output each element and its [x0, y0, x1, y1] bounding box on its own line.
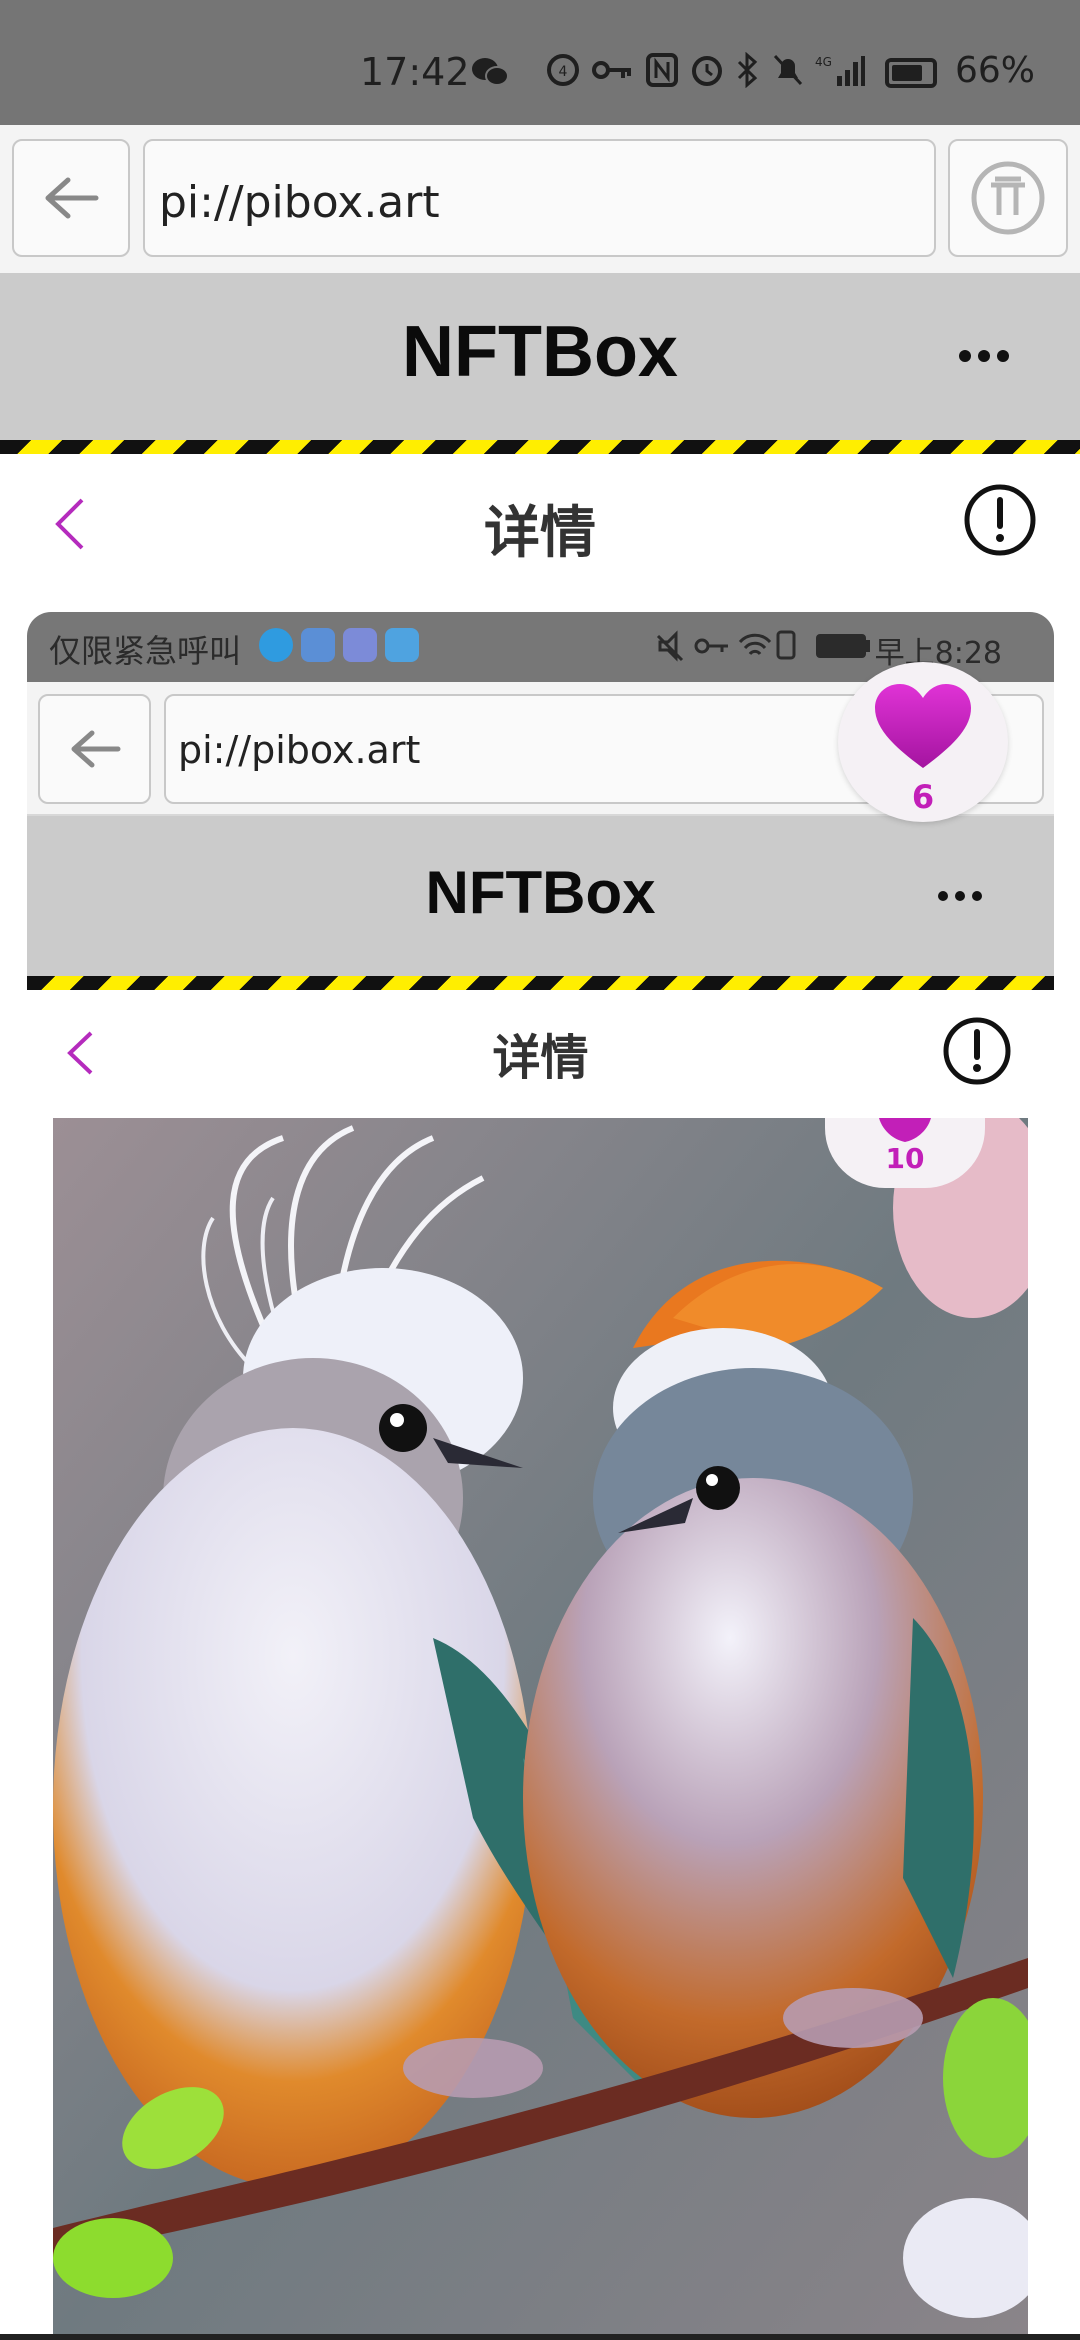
app-icon	[301, 628, 335, 662]
hd-icon: 4	[547, 54, 579, 86]
heart-icon	[875, 684, 971, 768]
app-title: NFTBox	[402, 312, 678, 392]
status-time: 17:42	[360, 50, 470, 94]
embedded-status-icons	[656, 630, 870, 662]
embedded-app-icons	[259, 628, 419, 662]
embedded-hazard-stripe	[27, 976, 1054, 990]
status-bar: 17:42 4 4G 66%	[0, 0, 1080, 125]
embedded-back-button	[38, 694, 151, 804]
arrow-left-icon	[71, 730, 121, 768]
embedded-like-count: 10	[885, 1142, 925, 1175]
page-header: 详情	[0, 454, 1080, 604]
hazard-stripe	[0, 440, 1080, 454]
embedded-page-header: 详情	[27, 990, 1054, 1118]
pi-logo-icon	[971, 161, 1045, 235]
like-count: 6	[911, 778, 935, 816]
browser-bar: pi://pibox.art	[0, 125, 1080, 275]
browser-back-button[interactable]	[12, 139, 130, 257]
nfc-icon	[646, 53, 678, 87]
key-icon	[592, 61, 631, 79]
bottom-divider	[0, 2334, 1080, 2340]
app-header: NFTBox	[0, 273, 1080, 440]
exclamation-circle-icon	[943, 1017, 1011, 1085]
more-dots-icon[interactable]	[958, 349, 1010, 363]
embedded-screenshot: 仅限紧急呼叫 早上8:28 pi://pibox.art NFTBox 详情	[27, 612, 1054, 2340]
arrow-left-icon	[45, 177, 99, 219]
pi-browser-button[interactable]	[948, 139, 1068, 257]
battery-percent: 66%	[955, 50, 1036, 91]
app-icon	[259, 628, 293, 662]
wechat-icon	[472, 58, 509, 86]
nft-artwork-image	[53, 1118, 1028, 2340]
embedded-status-left: 仅限紧急呼叫	[49, 632, 242, 670]
embedded-page-title: 详情	[492, 1030, 589, 1086]
battery-icon	[885, 58, 937, 88]
embedded-app-header: NFTBox	[27, 816, 1054, 976]
bluetooth-icon	[737, 52, 758, 88]
app-icon	[385, 628, 419, 662]
alarm-icon	[692, 56, 722, 86]
mute-icon	[773, 54, 803, 86]
music-icon	[343, 628, 377, 662]
svg-text:4G: 4G	[815, 55, 832, 69]
embedded-app-title: NFTBox	[425, 859, 656, 926]
4g-signal-icon: 4G	[815, 55, 865, 86]
like-button[interactable]: 6	[838, 662, 1008, 822]
exclamation-circle-icon[interactable]	[962, 482, 1038, 558]
heart-icon	[879, 1118, 931, 1142]
more-dots-icon	[938, 891, 982, 901]
svg-text:4: 4	[559, 64, 568, 80]
page-title: 详情	[484, 501, 596, 566]
status-icons: 4 4G	[545, 52, 865, 88]
url-input[interactable]: pi://pibox.art	[143, 139, 936, 257]
